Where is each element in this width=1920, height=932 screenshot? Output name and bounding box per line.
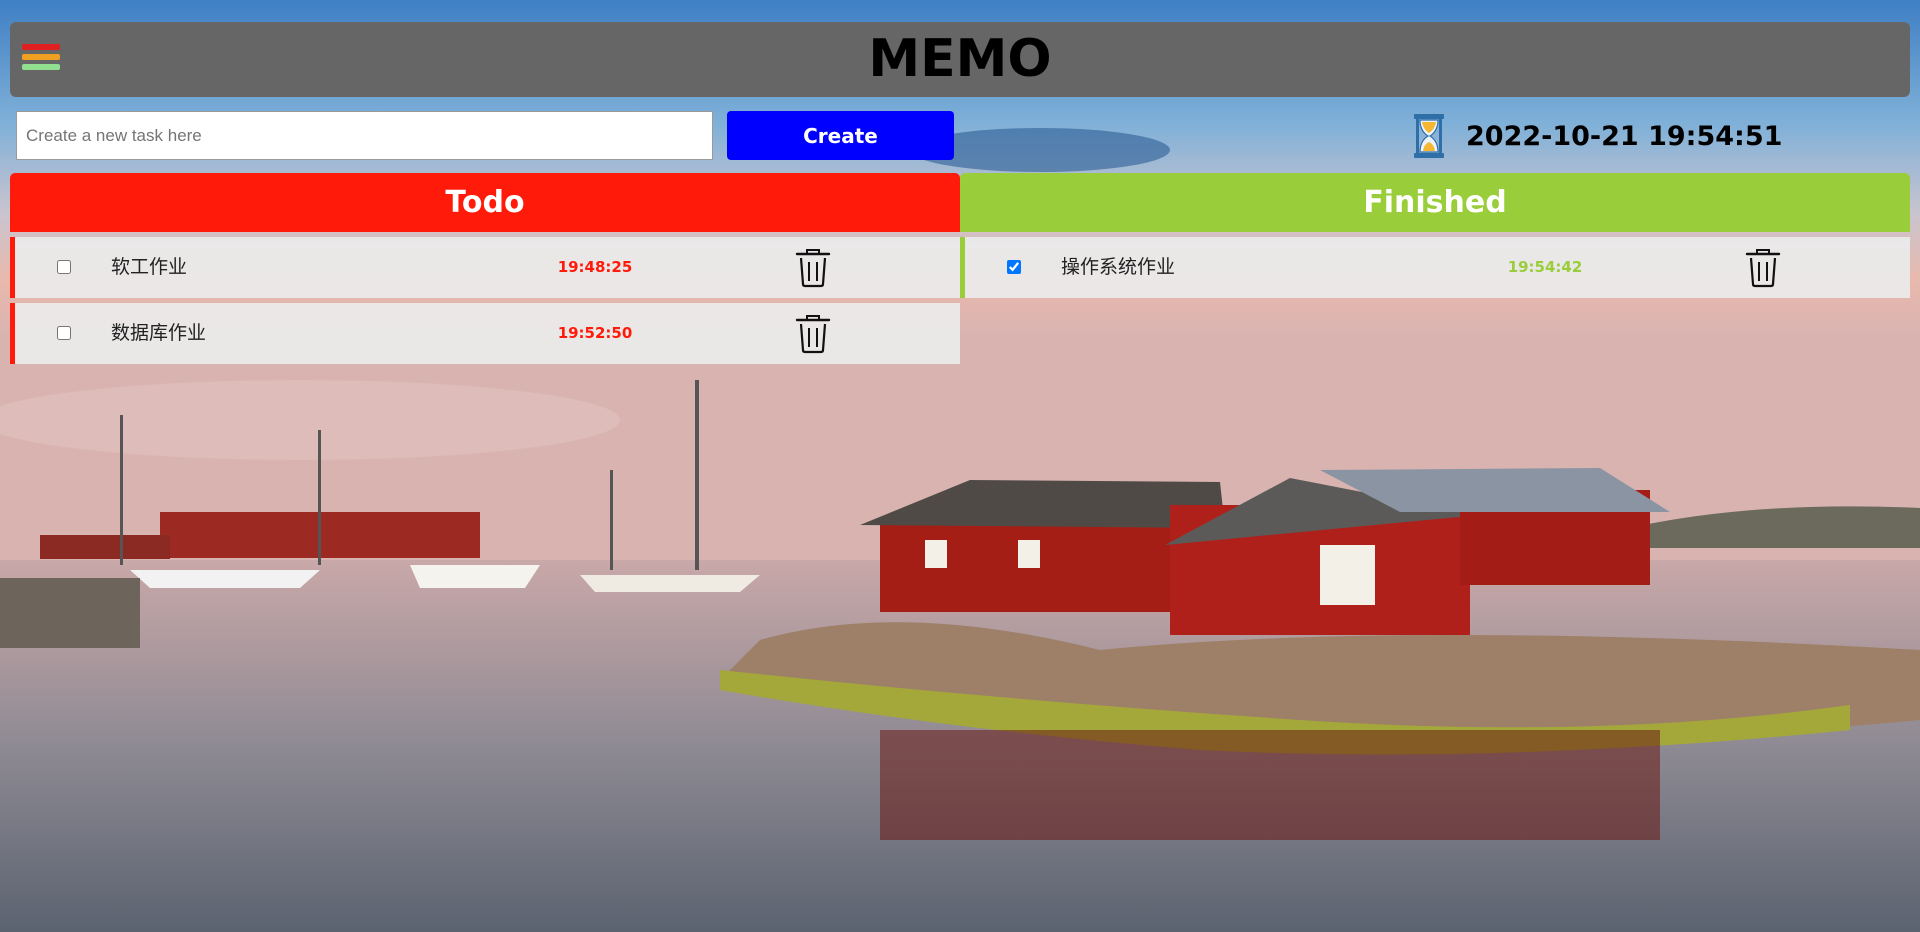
task-time: 19:52:50 <box>557 324 633 342</box>
trash-icon[interactable] <box>795 314 831 354</box>
todo-task-item: 软工作业 19:48:25 <box>10 237 960 298</box>
clock: 2022-10-21 19:54:51 <box>1412 112 1782 160</box>
task-checkbox[interactable] <box>57 326 71 340</box>
trash-icon[interactable] <box>795 248 831 288</box>
task-name: 操作系统作业 <box>1061 256 1176 278</box>
finished-task-item: 操作系统作业 19:54:42 <box>960 237 1910 298</box>
trash-icon[interactable] <box>1745 248 1781 288</box>
task-name: 软工作业 <box>111 256 188 278</box>
page-title: MEMO <box>868 29 1052 89</box>
todo-task-item: 数据库作业 19:52:50 <box>10 303 960 364</box>
task-name: 数据库作业 <box>111 322 207 344</box>
todo-column-header: Todo <box>10 173 960 232</box>
hourglass-icon <box>1414 114 1444 158</box>
task-checkbox[interactable] <box>57 260 71 274</box>
finished-column-header: Finished <box>960 173 1910 232</box>
task-time: 19:54:42 <box>1507 258 1583 276</box>
header-bar: MEMO <box>10 22 1910 97</box>
new-task-input[interactable] <box>16 111 713 160</box>
task-time: 19:48:25 <box>557 258 633 276</box>
current-datetime: 2022-10-21 19:54:51 <box>1466 120 1783 152</box>
create-button[interactable]: Create <box>727 111 954 160</box>
task-checkbox[interactable] <box>1007 260 1021 274</box>
